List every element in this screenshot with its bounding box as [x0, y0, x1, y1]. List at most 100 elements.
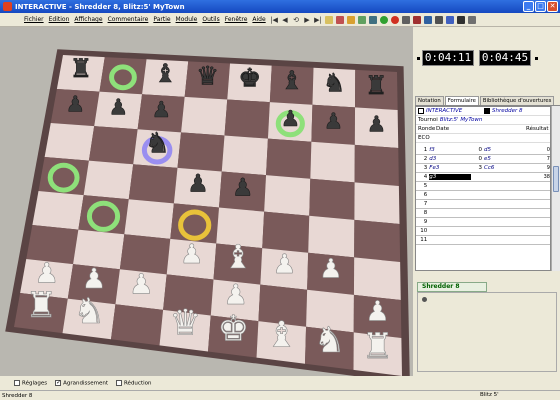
move-row[interactable]: 2 d3 0 e5 7 — [416, 155, 550, 164]
move-row[interactable]: 5 — [416, 182, 550, 191]
white-bishop-icon[interactable]: ♝ — [223, 238, 253, 277]
menu-item[interactable]: Partie — [153, 16, 170, 23]
nav-button[interactable]: ▶ — [303, 16, 311, 24]
checkbox-icon[interactable] — [14, 379, 20, 386]
engine-icon[interactable] — [446, 16, 454, 24]
board-square[interactable] — [262, 211, 310, 253]
black-rook-icon[interactable]: ♜ — [69, 54, 93, 85]
board-square[interactable] — [177, 132, 225, 172]
maximize-button[interactable]: □ — [535, 1, 546, 12]
checkbox-icon[interactable] — [115, 379, 122, 386]
board-square[interactable] — [354, 219, 401, 262]
tab-formulaire[interactable]: Formulaire — [444, 96, 479, 105]
move-row[interactable]: 6 — [416, 191, 550, 200]
move-row[interactable]: 10 — [416, 227, 550, 236]
board-square[interactable] — [44, 123, 95, 161]
close-button[interactable]: ✕ — [547, 1, 558, 12]
menu-item[interactable]: Commentaire — [108, 16, 149, 23]
board-square[interactable] — [354, 144, 399, 186]
board-square[interactable] — [264, 175, 311, 216]
black-bishop-icon[interactable]: ♝ — [154, 59, 178, 90]
tournament-value[interactable]: Blitz:5' MyTown — [440, 117, 483, 123]
move-row[interactable]: 4 g3 38 — [416, 173, 550, 182]
go-icon[interactable] — [380, 16, 388, 24]
menu-item[interactable]: Outils — [202, 16, 219, 23]
white-pawn-icon[interactable]: ♟ — [319, 253, 343, 285]
score-scrollbar[interactable] — [551, 106, 560, 271]
black-queen-icon[interactable]: ♛ — [196, 61, 220, 92]
white-pawn-icon[interactable]: ♟ — [129, 267, 154, 301]
board-square[interactable] — [124, 199, 174, 239]
black-pawn-icon[interactable]: ♟ — [108, 95, 129, 121]
white-king-icon[interactable]: ♚ — [217, 308, 250, 350]
nav-button[interactable]: ⟲ — [292, 16, 300, 24]
option-agrandissement[interactable]: Agrandissement — [55, 379, 108, 386]
move-row[interactable]: 9 — [416, 218, 550, 227]
move-row[interactable]: 11 — [416, 236, 550, 245]
board-square[interactable] — [308, 215, 355, 258]
white-knight-icon[interactable]: ♞ — [313, 320, 346, 362]
board-square[interactable] — [88, 126, 138, 165]
move-row[interactable]: 1 f3 0 d5 0 — [416, 146, 550, 155]
board-square[interactable] — [128, 164, 178, 204]
board-square[interactable] — [111, 304, 164, 346]
black-knight-icon[interactable]: ♞ — [144, 126, 170, 160]
engine-status-icon[interactable] — [422, 297, 427, 302]
black-bishop-icon[interactable]: ♝ — [280, 66, 304, 97]
black-pawn-icon[interactable]: ♟ — [187, 169, 209, 198]
board-square[interactable] — [181, 96, 228, 136]
menu-item[interactable]: Edition — [49, 16, 70, 23]
stop-icon[interactable] — [391, 16, 399, 24]
black-pawn-icon[interactable]: ♟ — [232, 173, 254, 202]
white-rook-icon[interactable]: ♜ — [361, 326, 394, 368]
option-r-glages[interactable]: Réglages — [14, 379, 47, 386]
board-square[interactable] — [266, 138, 312, 179]
menu-item[interactable]: Aide — [252, 16, 265, 23]
hint-icon[interactable] — [347, 16, 355, 24]
new-game-icon[interactable] — [325, 16, 333, 24]
white-knight-icon[interactable]: ♞ — [73, 291, 105, 333]
nav-button[interactable]: |◀ — [270, 16, 278, 24]
black-pawn-icon[interactable]: ♟ — [323, 109, 344, 135]
board-square[interactable] — [224, 99, 270, 139]
move-row[interactable]: 8 — [416, 209, 550, 218]
menu-item[interactable]: Module — [176, 16, 198, 23]
scroll-thumb[interactable] — [553, 166, 559, 192]
tab-notation[interactable]: Notation — [415, 96, 444, 105]
analyze-icon[interactable] — [358, 16, 366, 24]
white-queen-icon[interactable]: ♛ — [169, 302, 201, 344]
white-pawn-icon[interactable]: ♟ — [365, 294, 390, 328]
tab-biblioth-que-d-ouvertures[interactable]: Bibliothèque d'ouvertures — [479, 96, 555, 105]
flip-board-icon[interactable] — [336, 16, 344, 24]
sound-icon[interactable] — [468, 16, 476, 24]
board-square[interactable] — [310, 141, 355, 183]
black-pawn-icon[interactable]: ♟ — [65, 92, 85, 118]
white-bishop-icon[interactable]: ♝ — [265, 314, 298, 356]
black-rook-icon[interactable]: ♜ — [364, 71, 388, 102]
move-row[interactable]: 7 — [416, 200, 550, 209]
white-pawn-icon[interactable]: ♟ — [223, 278, 248, 312]
engine-tab[interactable]: Shredder 8 — [417, 282, 487, 292]
database-icon[interactable] — [413, 16, 421, 24]
black-king-icon[interactable]: ♚ — [238, 63, 262, 94]
checkbox-icon[interactable] — [55, 379, 61, 386]
white-pawn-icon[interactable]: ♟ — [180, 239, 204, 271]
search-icon[interactable] — [369, 16, 377, 24]
board-square[interactable] — [83, 160, 134, 200]
setup-icon[interactable] — [402, 16, 410, 24]
black-knight-icon[interactable]: ♞ — [322, 68, 346, 99]
nav-button[interactable]: ▶| — [314, 16, 322, 24]
board-square[interactable] — [354, 182, 400, 224]
menu-item[interactable]: Fenêtre — [225, 16, 248, 23]
black-pawn-icon[interactable]: ♟ — [151, 98, 172, 124]
option-r-duction[interactable]: Réduction — [115, 379, 151, 386]
board-square[interactable] — [221, 135, 268, 176]
menu-item[interactable]: Fichier — [24, 16, 44, 23]
edit-icon[interactable] — [424, 16, 432, 24]
move-row[interactable]: 3 Fe3 3 Cc6 9 — [416, 164, 550, 173]
nav-button[interactable]: ◀ — [281, 16, 289, 24]
black-pawn-icon[interactable]: ♟ — [280, 107, 301, 133]
white-rook-icon[interactable]: ♜ — [25, 285, 57, 327]
minimize-button[interactable]: _ — [523, 1, 534, 12]
chess-board[interactable]: ♜ ♝ ♛ ♚ ♝ ♞ ♜♟ ♟ ♟ ♟ ♟ ♟♞♟ ♟♟ ♝ ♟ ♟♟ ♟ ♟ ♟ ♟♜ ♞ ♛ ♚ ♝ ♞ ♜ — [0, 27, 413, 376]
